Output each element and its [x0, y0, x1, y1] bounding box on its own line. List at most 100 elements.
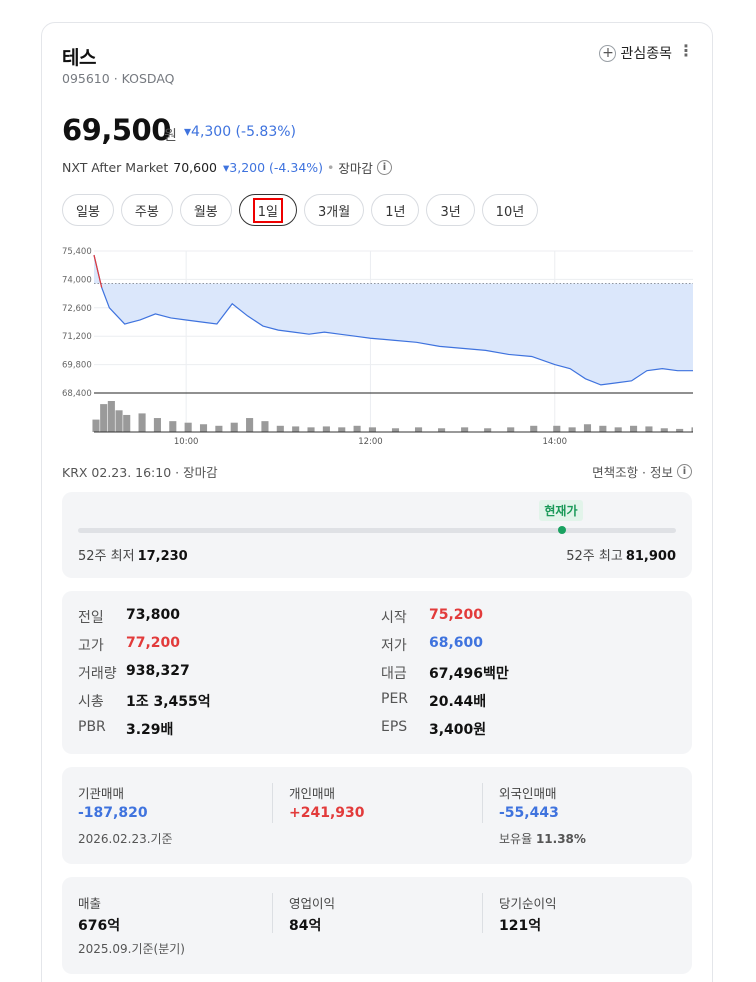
foreign-value: -55,443: [499, 805, 559, 821]
volume-bar: [568, 427, 576, 432]
y-tick-label: 71,200: [62, 332, 92, 342]
tab-1-year[interactable]: 1년: [371, 194, 420, 226]
divider: [482, 893, 483, 933]
tab-3-years[interactable]: 3년: [426, 194, 475, 226]
flow-date: 2026.02.23.기준: [78, 832, 173, 846]
stat-value: 68,600: [429, 635, 484, 651]
volume-bar: [368, 427, 377, 432]
divider: [482, 783, 483, 823]
stat-label: 전일: [78, 610, 104, 626]
institution-label: 기관매매: [78, 786, 125, 801]
range-52-week: 현재가 52주 최저 17,230 52주 최고 81,900: [62, 492, 692, 578]
sales-value: 676억: [78, 918, 121, 934]
more-options-icon[interactable]: ⋮: [678, 41, 694, 60]
tab-monthly-candle[interactable]: 월봉: [179, 194, 232, 226]
y-tick-label: 72,600: [62, 304, 92, 314]
stat-label: 시작: [381, 610, 407, 626]
stat-item: 고가 77,200: [78, 635, 180, 655]
y-tick-label: 68,400: [62, 389, 92, 399]
financials-date: 2025.09.기준(분기): [78, 942, 185, 956]
y-tick-label: 69,800: [62, 361, 92, 371]
x-tick-label: 12:00: [358, 437, 383, 446]
volume-bar: [215, 425, 223, 432]
chart-footer-left: KRX 02.23. 16:10 · 장마감: [62, 465, 218, 480]
volume-bar: [414, 427, 423, 432]
volume-bar: [630, 425, 638, 432]
volume-bar: [530, 425, 538, 432]
operating-income-value: 84억: [289, 918, 322, 934]
tab-weekly-candle[interactable]: 주봉: [120, 194, 173, 226]
volume-bar: [507, 427, 515, 432]
stat-value: 77,200: [126, 635, 181, 651]
stock-name[interactable]: 테스: [62, 43, 96, 70]
disclaimer-label: 면책조항 · 정보: [592, 465, 673, 480]
52-week-low: 52주 최저 17,230: [78, 549, 188, 564]
volume-bar: [261, 421, 269, 432]
volume-bar: [583, 424, 592, 432]
stat-item: 저가 68,600: [381, 635, 483, 655]
disclaimer-link[interactable]: 면책조항 · 정보 i: [592, 462, 692, 481]
stat-value: 73,800: [126, 607, 181, 623]
volume-bar: [100, 404, 108, 432]
period-tabs: 일봉 주봉 월봉 1일 3개월 1년 3년 10년: [62, 194, 539, 226]
nxt-label: NXT After Market: [62, 160, 169, 175]
down-arrow-icon: ▾: [184, 124, 192, 140]
current-price: 69,500: [62, 113, 171, 147]
trading-flow: 기관매매 -187,820 2026.02.23.기준 개인매매 +241,93…: [62, 767, 692, 864]
financials: 매출 676억 2025.09.기준(분기) 영업이익 84억 당기순이익 12…: [62, 877, 692, 974]
stat-value: 938,327: [126, 663, 190, 679]
tab-10-years[interactable]: 10년: [481, 194, 539, 226]
volume-bar: [138, 413, 146, 432]
price-unit: 원: [164, 128, 177, 144]
stat-label: PER: [381, 691, 409, 707]
stat-item: 거래량 938,327: [78, 663, 190, 683]
individual-label: 개인매매: [289, 786, 336, 801]
volume-bar: [391, 428, 400, 432]
volume-bar: [438, 428, 446, 432]
nxt-status: 장마감: [338, 161, 373, 176]
stat-item: PBR 3.29배: [78, 719, 173, 739]
volume-bar: [123, 414, 131, 432]
x-tick-label: 10:00: [174, 437, 199, 446]
divider: [272, 893, 273, 933]
tab-3-months[interactable]: 3개월: [304, 194, 365, 226]
stat-label: 시총: [78, 694, 104, 710]
volume-bar: [322, 426, 330, 432]
add-favorite-button[interactable]: + 관심종목: [599, 43, 672, 63]
foreign-holding: 보유율 11.38%: [499, 832, 586, 846]
tab-1-day[interactable]: 1일: [238, 194, 297, 226]
price-change: ▾4,300 (-5.83%): [184, 124, 296, 140]
individual-value: +241,930: [289, 805, 365, 821]
y-tick-label: 74,000: [62, 275, 92, 285]
stat-item: EPS 3,400원: [381, 719, 486, 739]
plus-icon: +: [599, 44, 617, 62]
nxt-after-market: NXT After Market 70,600 ▾3,200 (-4.34%) …: [62, 158, 392, 177]
intraday-price-chart[interactable]: 75,400 74,000 72,600 71,200 69,800 68,400 10:0…: [62, 241, 693, 446]
volume-bar: [614, 427, 622, 432]
volume-bar: [107, 401, 115, 432]
stat-value: 67,496백만: [429, 666, 509, 682]
volume-bar: [230, 422, 238, 432]
stat-label: 저가: [381, 638, 407, 654]
divider: [272, 783, 273, 823]
stat-label: 거래량: [78, 666, 117, 682]
institution-value: -187,820: [78, 805, 148, 821]
tab-daily-candle[interactable]: 일봉: [62, 194, 114, 226]
volume-bar: [307, 427, 315, 432]
stat-value: 3,400원: [429, 722, 487, 738]
net-income-value: 121억: [499, 918, 542, 934]
volume-bar: [660, 428, 668, 432]
volume-bar: [338, 427, 346, 432]
stat-item: 시총 1조 3,455억: [78, 691, 211, 711]
volume-bar: [292, 426, 300, 432]
y-tick-label: 75,400: [62, 247, 92, 257]
volume-bar: [184, 422, 192, 432]
volume-bar: [246, 418, 254, 432]
volume-bar: [691, 427, 693, 432]
stat-value: 75,200: [429, 607, 484, 623]
volume-bar: [199, 424, 208, 432]
info-icon[interactable]: i: [376, 160, 392, 175]
operating-income-label: 영업이익: [289, 896, 336, 911]
volume-bar: [153, 418, 161, 432]
volume-bar: [169, 421, 177, 432]
